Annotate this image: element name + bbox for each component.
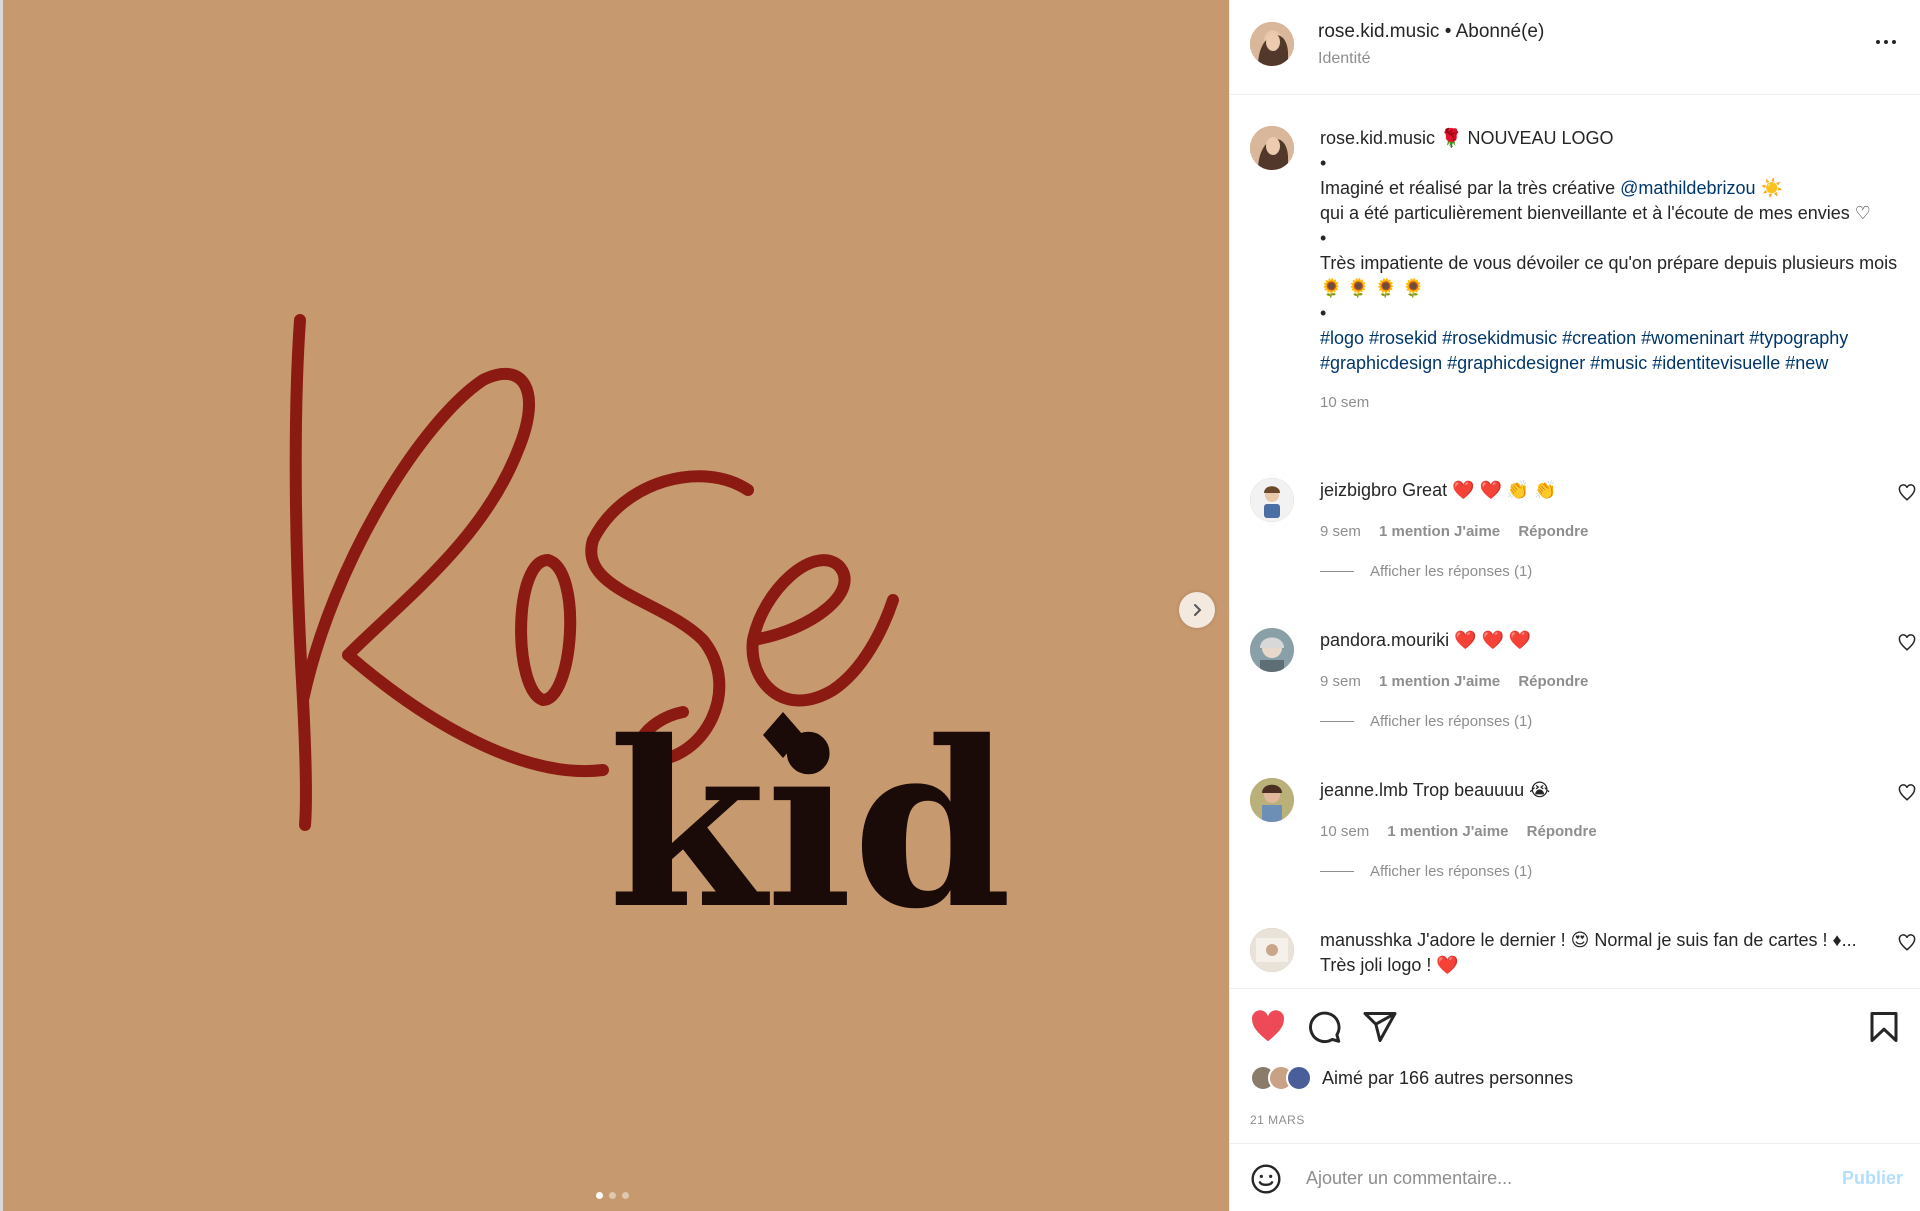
avatar[interactable] bbox=[1250, 928, 1294, 972]
avatar[interactable] bbox=[1250, 22, 1294, 66]
caption-bullet: • bbox=[1320, 303, 1327, 323]
post-sidebar: rose.kid.music • Abonné(e) Identité rose… bbox=[1229, 0, 1920, 1211]
reply-button[interactable]: Répondre bbox=[1518, 523, 1588, 540]
slide-indicator bbox=[596, 1192, 629, 1199]
likes-prefix: Aimé par bbox=[1322, 1067, 1395, 1088]
post-actions: Aimé par 166 autres personnes 21 MARS bbox=[1230, 988, 1920, 1143]
comment-meta: 10 sem 1 mention J'aime Répondre bbox=[1320, 823, 1611, 840]
avatar[interactable] bbox=[1250, 628, 1294, 672]
publish-button[interactable]: Publier bbox=[1842, 1168, 1903, 1189]
header-separator: • bbox=[1444, 21, 1452, 42]
view-replies-button[interactable]: Afficher les réponses (1) bbox=[1320, 713, 1532, 730]
comment-text: Great ❤️ ❤️ 👏 👏 bbox=[1402, 480, 1557, 500]
comment-item: jeanne.lmb Trop beauuuu 😭 10 sem 1 menti… bbox=[1250, 778, 1916, 898]
comment-like-icon[interactable] bbox=[1898, 634, 1916, 652]
chevron-right-icon bbox=[1194, 604, 1202, 616]
comment-time: 10 sem bbox=[1320, 823, 1370, 840]
comment-body: jeanne.lmb Trop beauuuu 😭 bbox=[1320, 778, 1865, 803]
comment-like-icon[interactable] bbox=[1898, 484, 1916, 502]
comment-item: jeizbigbro Great ❤️ ❤️ 👏 👏 9 sem 1 menti… bbox=[1250, 478, 1916, 598]
caption-hashtags[interactable]: #logo #rosekid #rosekidmusic #creation #… bbox=[1320, 326, 1900, 376]
avatar[interactable] bbox=[1250, 478, 1294, 522]
comment-username[interactable]: jeanne.lmb bbox=[1320, 780, 1408, 800]
reply-button[interactable]: Répondre bbox=[1527, 823, 1597, 840]
more-icon bbox=[1876, 40, 1880, 44]
emoji-icon[interactable] bbox=[1250, 1163, 1282, 1195]
avatar[interactable] bbox=[1250, 126, 1294, 170]
caption-bullet: • bbox=[1320, 228, 1327, 248]
add-comment-bar: Publier bbox=[1230, 1143, 1920, 1211]
reply-button[interactable]: Répondre bbox=[1518, 673, 1588, 690]
header-username[interactable]: rose.kid.music bbox=[1318, 21, 1439, 42]
slide-dot bbox=[609, 1192, 616, 1199]
caption-line1: 🌹 NOUVEAU LOGO bbox=[1440, 128, 1614, 148]
comment-body: jeizbigbro Great ❤️ ❤️ 👏 👏 bbox=[1320, 478, 1865, 503]
comment-time: 9 sem bbox=[1320, 523, 1361, 540]
next-slide-button[interactable] bbox=[1179, 592, 1215, 628]
comment-input[interactable] bbox=[1306, 1160, 1826, 1196]
comment-like-icon[interactable] bbox=[1898, 784, 1916, 802]
header-subtitle: Identité bbox=[1318, 50, 1371, 67]
caption-text: rose.kid.music 🌹 NOUVEAU LOGO • Imaginé … bbox=[1320, 126, 1900, 415]
comment-meta: 9 sem 1 mention J'aime Répondre bbox=[1320, 673, 1602, 690]
comment-username[interactable]: pandora.mouriki bbox=[1320, 630, 1449, 650]
view-replies-label: Afficher les réponses (1) bbox=[1370, 863, 1533, 880]
slide-dot bbox=[622, 1192, 629, 1199]
caption-line2: Imaginé et réalisé par la très créative bbox=[1320, 178, 1621, 198]
caption-bullet: • bbox=[1320, 153, 1327, 173]
caption-line3: qui a été particulièrement bienveillante… bbox=[1320, 203, 1871, 223]
view-replies-button[interactable]: Afficher les réponses (1) bbox=[1320, 863, 1532, 880]
comment-like-icon[interactable] bbox=[1898, 934, 1916, 952]
view-replies-label: Afficher les réponses (1) bbox=[1370, 713, 1533, 730]
comment-text: ❤️ ❤️ ❤️ bbox=[1454, 630, 1532, 650]
avatar bbox=[1286, 1065, 1312, 1091]
post-media[interactable]: kid bbox=[0, 0, 1229, 1211]
caption-username[interactable]: rose.kid.music bbox=[1320, 128, 1435, 148]
liker-avatars bbox=[1250, 1065, 1312, 1091]
post-header: rose.kid.music • Abonné(e) Identité bbox=[1230, 0, 1920, 95]
comment-body: pandora.mouriki ❤️ ❤️ ❤️ bbox=[1320, 628, 1865, 653]
avatar[interactable] bbox=[1250, 778, 1294, 822]
mention-link[interactable]: @mathildebrizou bbox=[1620, 178, 1755, 198]
comment-text: Trop beauuuu 😭 bbox=[1412, 780, 1551, 800]
follow-status[interactable]: Abonné(e) bbox=[1456, 21, 1545, 42]
likes-count[interactable]: 166 autres personnes bbox=[1399, 1068, 1573, 1089]
comment-meta: 9 sem 1 mention J'aime Répondre bbox=[1320, 523, 1602, 540]
heart-filled-icon[interactable] bbox=[1250, 1009, 1286, 1045]
caption-time: 10 sem bbox=[1320, 394, 1370, 411]
comment-likes[interactable]: 1 mention J'aime bbox=[1379, 523, 1500, 540]
comment-username[interactable]: manusshka bbox=[1320, 930, 1412, 950]
more-options-button[interactable] bbox=[1871, 30, 1901, 54]
bookmark-icon[interactable] bbox=[1866, 1009, 1902, 1045]
view-replies-button[interactable]: Afficher les réponses (1) bbox=[1320, 563, 1532, 580]
send-icon[interactable] bbox=[1362, 1009, 1398, 1045]
header-user-line: rose.kid.music • Abonné(e) bbox=[1318, 21, 1544, 43]
rose-kid-logo: kid bbox=[289, 314, 1012, 959]
comment-icon[interactable] bbox=[1306, 1009, 1342, 1045]
comment-item: manusshka J'adore le dernier ! 😍 Normal … bbox=[1250, 928, 1916, 988]
post-date: 21 MARS bbox=[1250, 1113, 1305, 1127]
comment-username[interactable]: jeizbigbro bbox=[1320, 480, 1397, 500]
logo-serif-kid: kid bbox=[608, 691, 1012, 959]
comment-likes[interactable]: 1 mention J'aime bbox=[1387, 823, 1508, 840]
caption-line4: Très impatiente de vous dévoiler ce qu'o… bbox=[1320, 253, 1898, 298]
comment-body: manusshka J'adore le dernier ! 😍 Normal … bbox=[1320, 928, 1865, 978]
comment-likes[interactable]: 1 mention J'aime bbox=[1379, 673, 1500, 690]
comment-item: pandora.mouriki ❤️ ❤️ ❤️ 9 sem 1 mention… bbox=[1250, 628, 1916, 748]
slide-dot bbox=[596, 1192, 603, 1199]
caption-line2-end: ☀️ bbox=[1755, 178, 1783, 198]
likes-summary[interactable]: Aimé par 166 autres personnes bbox=[1250, 1065, 1573, 1091]
comment-time: 9 sem bbox=[1320, 673, 1361, 690]
view-replies-label: Afficher les réponses (1) bbox=[1370, 563, 1533, 580]
comments-list[interactable]: rose.kid.music 🌹 NOUVEAU LOGO • Imaginé … bbox=[1230, 96, 1920, 988]
